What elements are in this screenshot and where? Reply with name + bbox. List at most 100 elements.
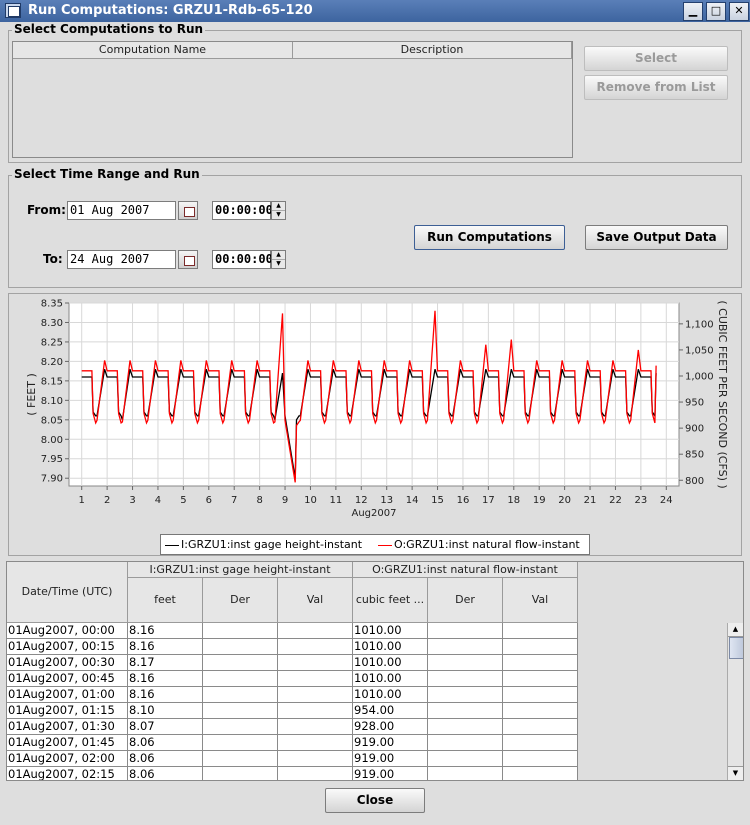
scroll-up-icon[interactable]: ▲ — [728, 623, 743, 637]
column-header-computation-name[interactable]: Computation Name — [13, 42, 293, 59]
datetime-cell[interactable]: 01Aug2007, 01:45 — [7, 735, 128, 751]
value-cell[interactable] — [503, 719, 578, 735]
spinner-up-icon[interactable]: ▲ — [272, 251, 285, 260]
table-row[interactable]: 01Aug2007, 00:45 8.16 1010.00 — [7, 671, 578, 687]
value-cell[interactable] — [203, 767, 278, 780]
value-cell[interactable]: 1010.00 — [353, 655, 428, 671]
value-cell[interactable] — [503, 687, 578, 703]
datetime-cell[interactable]: 01Aug2007, 01:30 — [7, 719, 128, 735]
value-cell[interactable] — [503, 623, 578, 639]
minimize-icon[interactable]: ▁ — [683, 2, 703, 21]
to-time-field[interactable]: 00:00:00 — [212, 250, 273, 269]
value-cell[interactable]: 919.00 — [353, 767, 428, 780]
value-cell[interactable]: 8.16 — [128, 671, 203, 687]
table-row[interactable]: 01Aug2007, 02:15 8.06 919.00 — [7, 767, 578, 780]
value-cell[interactable] — [203, 655, 278, 671]
value-cell[interactable] — [203, 735, 278, 751]
window-title-bar[interactable]: Run Computations: GRZU1-Rdb-65-120 ▁ □ ✕ — [0, 0, 750, 22]
value-cell[interactable] — [503, 671, 578, 687]
value-cell[interactable] — [203, 671, 278, 687]
value-cell[interactable] — [278, 703, 353, 719]
spinner-up-icon[interactable]: ▲ — [272, 202, 285, 211]
der-column-header[interactable]: Der — [428, 578, 503, 623]
gage-height-group-header[interactable]: I:GRZU1:inst gage height-instant — [128, 562, 353, 578]
value-cell[interactable]: 8.10 — [128, 703, 203, 719]
value-cell[interactable] — [428, 767, 503, 780]
vertical-scrollbar[interactable]: ▲ ▼ — [727, 623, 743, 780]
window-app-icon[interactable] — [5, 3, 21, 18]
scroll-down-icon[interactable]: ▼ — [728, 766, 743, 780]
value-cell[interactable] — [503, 735, 578, 751]
value-cell[interactable]: 8.16 — [128, 687, 203, 703]
spinner-down-icon[interactable]: ▼ — [272, 260, 285, 268]
to-calendar-button[interactable] — [178, 250, 198, 269]
value-cell[interactable] — [278, 751, 353, 767]
value-cell[interactable] — [203, 719, 278, 735]
maximize-icon[interactable]: □ — [706, 2, 726, 21]
cfs-column-header[interactable]: cubic feet ... — [353, 578, 428, 623]
value-cell[interactable]: 1010.00 — [353, 623, 428, 639]
datetime-cell[interactable]: 01Aug2007, 02:15 — [7, 767, 128, 780]
table-row[interactable]: 01Aug2007, 01:30 8.07 928.00 — [7, 719, 578, 735]
value-cell[interactable]: 919.00 — [353, 735, 428, 751]
from-time-field[interactable]: 00:00:00 — [212, 201, 273, 220]
datetime-cell[interactable]: 01Aug2007, 00:30 — [7, 655, 128, 671]
datetime-cell[interactable]: 01Aug2007, 00:15 — [7, 639, 128, 655]
value-cell[interactable] — [203, 639, 278, 655]
value-cell[interactable] — [503, 639, 578, 655]
from-time-spinner[interactable]: ▲ ▼ — [271, 201, 286, 220]
value-cell[interactable]: 928.00 — [353, 719, 428, 735]
value-cell[interactable]: 1010.00 — [353, 687, 428, 703]
datetime-cell[interactable]: 01Aug2007, 00:00 — [7, 623, 128, 639]
value-cell[interactable]: 1010.00 — [353, 639, 428, 655]
value-cell[interactable] — [503, 751, 578, 767]
value-cell[interactable]: 8.06 — [128, 767, 203, 780]
datetime-cell[interactable]: 01Aug2007, 02:00 — [7, 751, 128, 767]
select-button[interactable]: Select — [584, 46, 728, 71]
datetime-cell[interactable]: 01Aug2007, 01:15 — [7, 703, 128, 719]
value-cell[interactable] — [278, 639, 353, 655]
from-calendar-button[interactable] — [178, 201, 198, 220]
computations-table[interactable]: Computation Name Description — [12, 41, 573, 158]
value-cell[interactable] — [278, 655, 353, 671]
der-column-header[interactable]: Der — [203, 578, 278, 623]
data-table[interactable]: Date/Time (UTC) I:GRZU1:inst gage height… — [6, 561, 744, 781]
value-cell[interactable] — [428, 623, 503, 639]
value-cell[interactable]: 919.00 — [353, 751, 428, 767]
value-cell[interactable] — [203, 703, 278, 719]
value-cell[interactable] — [428, 735, 503, 751]
table-row[interactable]: 01Aug2007, 00:30 8.17 1010.00 — [7, 655, 578, 671]
to-time-spinner[interactable]: ▲ ▼ — [271, 250, 286, 269]
value-cell[interactable] — [203, 623, 278, 639]
value-cell[interactable] — [428, 751, 503, 767]
value-cell[interactable] — [428, 655, 503, 671]
scroll-thumb[interactable] — [729, 637, 743, 659]
datetime-column-header[interactable]: Date/Time (UTC) — [7, 562, 128, 623]
from-date-field[interactable]: 01 Aug 2007 — [67, 201, 176, 220]
value-cell[interactable] — [428, 671, 503, 687]
value-cell[interactable] — [428, 719, 503, 735]
to-date-field[interactable]: 24 Aug 2007 — [67, 250, 176, 269]
table-row[interactable]: 01Aug2007, 01:00 8.16 1010.00 — [7, 687, 578, 703]
save-output-data-button[interactable]: Save Output Data — [585, 225, 728, 250]
close-icon[interactable]: ✕ — [729, 2, 749, 21]
value-cell[interactable]: 954.00 — [353, 703, 428, 719]
value-cell[interactable] — [278, 671, 353, 687]
table-row[interactable]: 01Aug2007, 00:15 8.16 1010.00 — [7, 639, 578, 655]
value-cell[interactable] — [278, 735, 353, 751]
spinner-down-icon[interactable]: ▼ — [272, 211, 285, 219]
value-cell[interactable]: 8.06 — [128, 735, 203, 751]
table-row[interactable]: 01Aug2007, 01:15 8.10 954.00 — [7, 703, 578, 719]
run-computations-button[interactable]: Run Computations — [414, 225, 565, 250]
table-row[interactable]: 01Aug2007, 01:45 8.06 919.00 — [7, 735, 578, 751]
value-cell[interactable] — [203, 751, 278, 767]
value-cell[interactable] — [278, 719, 353, 735]
value-cell[interactable] — [428, 639, 503, 655]
value-cell[interactable] — [428, 703, 503, 719]
value-cell[interactable] — [503, 767, 578, 780]
value-cell[interactable] — [503, 655, 578, 671]
table-row[interactable]: 01Aug2007, 02:00 8.06 919.00 — [7, 751, 578, 767]
table-row[interactable]: 01Aug2007, 00:00 8.16 1010.00 — [7, 623, 578, 639]
natural-flow-group-header[interactable]: O:GRZU1:inst natural flow-instant — [353, 562, 578, 578]
value-cell[interactable] — [278, 687, 353, 703]
